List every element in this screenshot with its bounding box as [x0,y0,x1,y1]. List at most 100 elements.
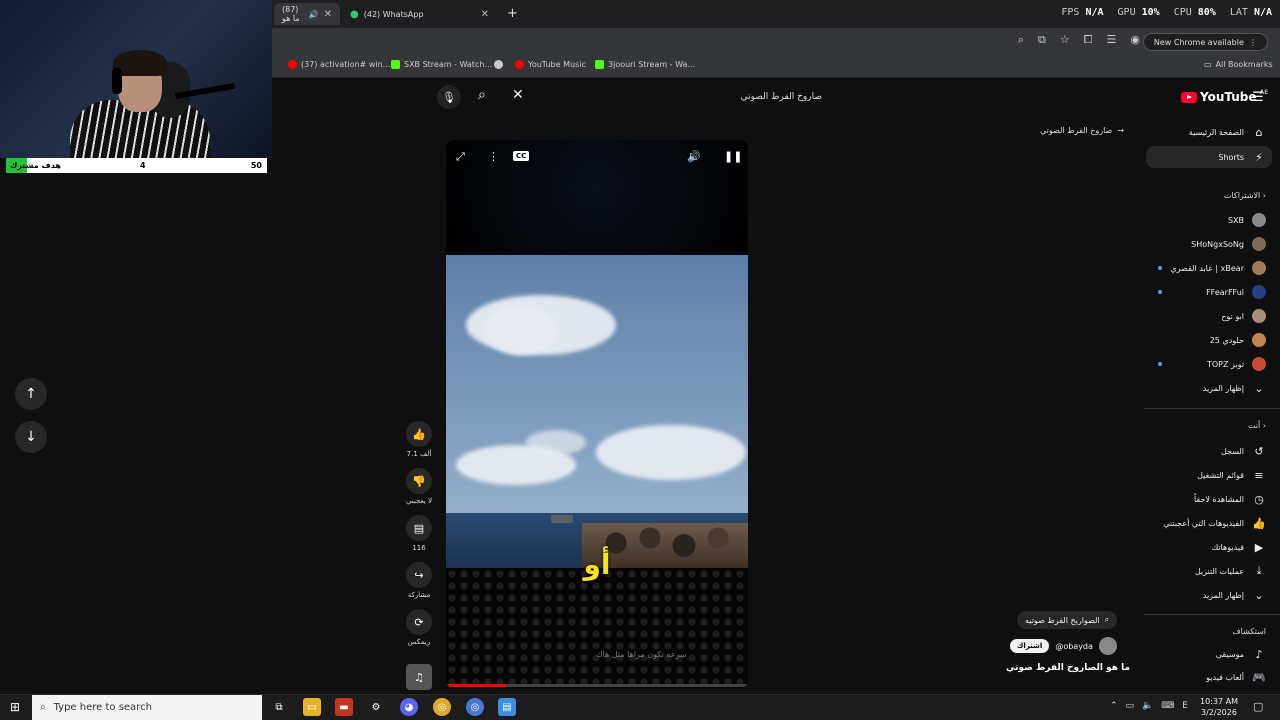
bookmark-star-icon[interactable]: ☆ [1060,33,1070,47]
gpu-label: GPU [1117,7,1136,18]
tab-youtube[interactable]: (87) ما هو 🔊 ✕ [274,3,340,25]
sidebar-item-label: موسيقى [1215,649,1244,659]
close-icon[interactable]: ✕ [324,9,332,20]
extensions-icon[interactable]: ⧠ [1084,33,1093,47]
keyboard-icon[interactable]: ⌨ [1161,701,1174,711]
clear-search-button[interactable]: ✕ [512,87,524,103]
zoom-icon[interactable]: ⌕ [1018,33,1024,47]
bookmark-item[interactable]: SXB Stream - Watch... [391,60,492,69]
sidebar-item-subscription[interactable]: SHoNgxSoNg [1146,233,1272,255]
bookmark-item[interactable] [494,60,503,69]
sidebar-item-home[interactable]: الصفحة الرئيسية ⌂ [1146,121,1272,143]
chrome-icon[interactable]: ◎ [433,698,451,716]
sidebar-item-shorts[interactable]: Shorts ⚡ [1146,146,1272,168]
globe-icon [494,60,503,69]
volume-icon[interactable]: 🔈 [1142,701,1153,711]
sidebar-item-playlists[interactable]: قوائم التشغيل ≡ [1146,464,1272,486]
previous-short-button[interactable]: ↑ [15,378,47,410]
sidebar-item-history[interactable]: السجل ↺ [1146,440,1272,462]
show-more-subscriptions[interactable]: إظهار المزيد ⌄ [1146,377,1272,399]
close-icon: ✕ [512,87,524,103]
back-to-search-link[interactable]: صاروخ الفرط الصوتي → [1040,126,1124,135]
logo-text: YouTube [1200,90,1257,104]
address-bar[interactable] [274,32,1004,52]
taskbar-search-input[interactable]: ⌕ Type here to search [32,695,262,720]
file-explorer-icon[interactable]: ▭ [303,698,321,716]
sidebar-item-subscription[interactable]: حلودي 25 [1146,329,1272,351]
sidebar-item-subscription[interactable]: FFearFFul [1146,281,1272,303]
chrome-beta-icon[interactable]: ◎ [466,698,484,716]
headset [112,68,122,94]
sidebar-item-music[interactable]: موسيقى ♪ [1146,643,1272,665]
sidebar-item-label: عابد القصري | xBear [1170,263,1244,273]
sidebar-item-gaming[interactable]: ألعاب فيديو 🎮 [1146,666,1272,688]
new-tab-button[interactable]: + [507,6,518,21]
show-more-you[interactable]: إظهار المزيد ⌄ [1146,584,1272,606]
bookmark-item[interactable]: 3joouri Stream - Wa... [595,60,695,69]
discord-icon[interactable]: ◕ [400,698,418,716]
sidebar-item-subscription[interactable]: SXB [1146,209,1272,231]
video-progress-bar[interactable] [446,684,748,687]
dislike-button[interactable]: 👎 لا يعجبني [405,468,433,505]
more-options-icon[interactable]: ⋮ [488,150,499,163]
chevron-up-icon[interactable]: ⌃ [1110,701,1118,711]
pause-icon[interactable]: ❚❚ [724,150,742,163]
channel-avatar [1252,213,1266,227]
subscriptions-header[interactable]: الاشتراكات › [1146,191,1266,200]
performance-overlay: FPS N/A GPU 10% CPU 80% LAT N/A [1061,7,1272,18]
sidebar-item-subscription[interactable]: عابد القصري | xBear [1146,257,1272,279]
video-progress-fill [446,684,507,687]
show-more-label: إظهار المزيد [1202,590,1244,600]
network-icon[interactable]: ▭ [1126,701,1135,711]
tab-whatsapp[interactable]: ● (42) WhatsApp ✕ [342,3,497,25]
next-short-button[interactable]: ↓ [15,421,47,453]
fullscreen-icon[interactable]: ⤢ [456,150,465,164]
search-button[interactable]: ⌕ [478,87,486,103]
app-icon[interactable]: ▬ [335,698,353,716]
volume-icon[interactable]: 🔊 [687,150,701,163]
search-input[interactable]: صاروخ الفرط الصوتي [530,87,830,107]
share-icon: ↪ [406,562,432,588]
bookmark-item[interactable]: YouTube Music [515,60,586,69]
comments-button[interactable]: ▤ 116 [405,515,433,552]
remix-button[interactable]: ⟳ ريمكس [405,609,433,646]
menu-icon[interactable]: ☰ [1252,90,1264,105]
video-title[interactable]: ما هو الصاروخ الفرط صوتي [1006,663,1130,673]
language-indicator[interactable]: E [1182,701,1188,711]
notepad-icon[interactable]: ▤ [498,698,516,716]
tab-label: (87) ما هو [282,5,300,23]
sidebar-item-label: السجل [1220,446,1244,456]
subscribe-button[interactable]: اشتراك [1010,639,1050,653]
taskbar-clock[interactable]: 10:37 AM 3/2/2026 [1200,696,1238,718]
channel-handle[interactable]: @obayda [1055,642,1093,651]
close-icon[interactable]: ✕ [481,9,489,20]
sidebar-item-subscription[interactable]: ابو نوح [1146,305,1272,327]
like-button[interactable]: 👍 7.1 ألف [405,421,433,458]
bookmark-item[interactable]: (37) activation# win... [288,60,390,69]
you-header[interactable]: أنت › [1146,421,1266,430]
search-icon: ⌕ [1104,615,1110,624]
all-bookmarks[interactable]: ▭ All Bookmarks [1204,60,1273,69]
channel-avatar[interactable] [1098,637,1117,655]
task-view-icon[interactable]: ⧉ [270,698,288,716]
sidebar-item-subscription[interactable]: TOPZ توبز [1146,353,1272,375]
sidebar-item-watch-later[interactable]: المشاهدة لاحقاً ◷ [1146,488,1272,510]
settings-icon[interactable]: ⚙ [367,698,385,716]
cast-icon[interactable]: ⧉ [1038,33,1046,47]
share-button[interactable]: ↪ مشاركة [405,562,433,599]
sound-thumbnail[interactable]: ♫ [405,664,433,690]
bookmark-label: (37) activation# win... [301,60,391,69]
notification-icon[interactable]: ▢ [1253,700,1263,713]
profile-icon[interactable]: ◉ [1130,33,1140,47]
voice-search-button[interactable]: 🎙 [437,85,461,109]
shorts-player[interactable]: أو سرعه تكون مراها مثل هاك ⤢ ⋮ CC 🔊 ❚❚ [446,140,748,688]
reading-list-icon[interactable]: ☰ [1107,33,1117,47]
goal-label: هدف مشترك [10,161,61,170]
captions-icon[interactable]: CC [513,151,530,161]
sidebar-item-liked[interactable]: الفيديوهات التي أعجبتني 👍 [1146,512,1272,534]
sidebar-item-your-videos[interactable]: فيديوهاتك ▶ [1146,536,1272,558]
new-chrome-button[interactable]: New Chrome available ⋮ [1142,33,1268,51]
related-search-chip[interactable]: الصواريخ الفرط صوتيه ⌕ [1017,611,1118,629]
windows-start-icon[interactable]: ⊞ [10,700,20,714]
sidebar-item-downloads[interactable]: عمليات التنزيل ⤓ [1146,560,1272,582]
